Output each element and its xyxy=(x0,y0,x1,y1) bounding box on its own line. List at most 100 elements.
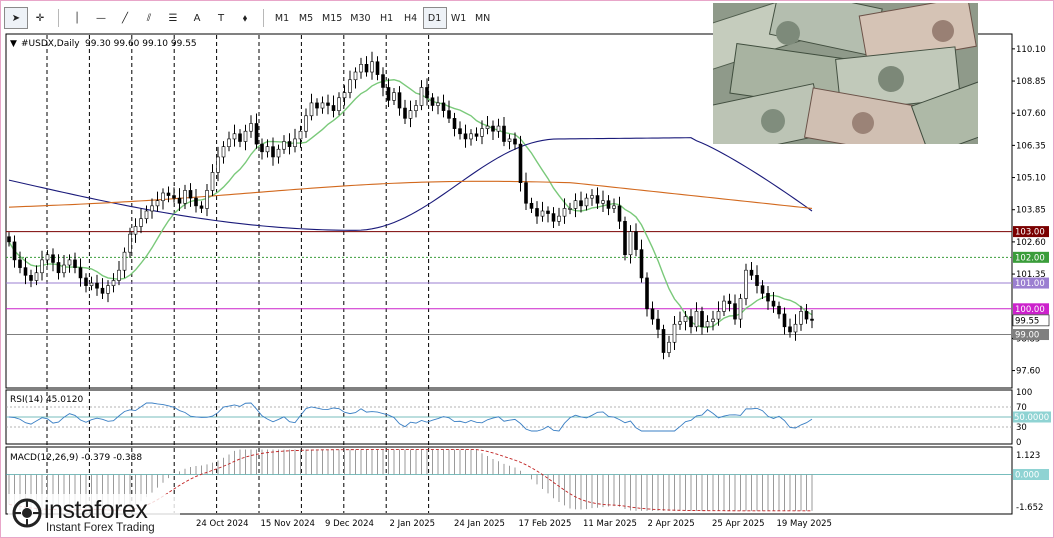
candle-body xyxy=(386,87,391,101)
candle-body xyxy=(491,125,495,132)
candle-body xyxy=(612,205,616,209)
candle-body xyxy=(744,269,748,299)
candle-body xyxy=(353,71,358,81)
candle-body xyxy=(265,146,270,153)
candle-body xyxy=(634,231,638,250)
candle-body xyxy=(755,275,759,286)
candle-body xyxy=(568,208,572,210)
candle-body xyxy=(45,254,50,261)
candle-body xyxy=(188,190,193,199)
candle-body xyxy=(23,267,28,276)
candle-body xyxy=(403,107,407,119)
candle-body xyxy=(238,133,242,142)
candle-body xyxy=(485,125,490,129)
candle-body xyxy=(364,64,369,73)
candle-body xyxy=(78,267,83,279)
candle-body xyxy=(436,102,440,106)
candle-body xyxy=(573,200,578,209)
candle-body xyxy=(678,321,682,325)
candle-body xyxy=(128,233,132,253)
slow-moving-average-line xyxy=(8,137,813,231)
banknotes-image xyxy=(713,3,978,144)
candle-body xyxy=(463,133,468,140)
time-tick-label: 17 Feb 2025 xyxy=(519,519,572,529)
candle-body xyxy=(133,226,138,235)
vertical-grid xyxy=(46,35,430,513)
macd-tick-label: 0.000 xyxy=(1015,470,1039,480)
candle-body xyxy=(777,305,781,315)
candle-body xyxy=(557,215,561,222)
candle-body xyxy=(425,87,429,99)
candle-body xyxy=(139,218,143,227)
candle-body xyxy=(722,300,726,312)
instaforex-logo: instaforex Instant Forex Trading xyxy=(8,494,180,536)
price-tick-label: 110.10 xyxy=(1016,45,1046,55)
chart-title: #USDX,Daily xyxy=(21,39,80,49)
candle-body xyxy=(249,123,253,132)
candle-body xyxy=(227,138,231,147)
candle-body xyxy=(381,74,385,88)
candle-body xyxy=(700,311,704,328)
candle-body xyxy=(788,326,792,333)
candle-body xyxy=(518,143,523,183)
rsi-tick-label: 0 xyxy=(1016,438,1021,448)
time-tick-label: 2 Jan 2025 xyxy=(390,519,436,529)
candle-body xyxy=(458,128,462,135)
candle-body xyxy=(287,141,292,147)
candle-body xyxy=(161,192,165,202)
logo-name: instaforex xyxy=(44,496,148,524)
candle-body xyxy=(689,316,693,328)
candle-body xyxy=(243,130,248,142)
candle-body xyxy=(513,138,517,145)
candle-body xyxy=(639,249,644,279)
candle-body xyxy=(617,205,622,222)
candle-body xyxy=(18,259,22,268)
candle-body xyxy=(606,200,611,209)
candle-body xyxy=(529,202,534,209)
candle-body xyxy=(56,262,61,274)
candle-body xyxy=(672,323,677,343)
candle-body xyxy=(540,210,545,217)
candle-body xyxy=(397,92,402,109)
candle-body xyxy=(480,128,484,137)
time-tick-label: 19 May 2025 xyxy=(777,519,832,529)
candle-body xyxy=(656,318,660,330)
price-tick-label: 106.35 xyxy=(1016,141,1046,151)
candle-body xyxy=(106,285,110,294)
candle-body xyxy=(810,318,814,321)
candle-body xyxy=(199,205,204,209)
rsi-indicator: 1007030050.0000 xyxy=(6,388,1051,448)
level-label: 101.00 xyxy=(1015,279,1045,289)
candle-body xyxy=(804,311,809,320)
candle-body xyxy=(337,97,341,111)
candle-body xyxy=(67,259,72,266)
candle-body xyxy=(221,146,226,158)
candle-body xyxy=(342,92,347,99)
long-moving-average-line xyxy=(8,180,813,209)
candle-body xyxy=(254,123,259,145)
price-tick-label: 105.10 xyxy=(1016,174,1046,184)
rsi-tick-label: 30 xyxy=(1016,423,1027,433)
candle-body xyxy=(326,102,330,106)
candle-body xyxy=(29,275,33,281)
candle-body xyxy=(62,264,66,274)
candle-body xyxy=(595,195,600,204)
logo-tagline: Instant Forex Trading xyxy=(46,522,155,534)
candle-body xyxy=(760,285,765,294)
price-tick-label: 97.60 xyxy=(1016,367,1040,377)
candle-body xyxy=(469,133,473,140)
candle-body xyxy=(51,254,55,263)
candle-body xyxy=(546,210,550,214)
candle-body xyxy=(799,311,803,325)
level-label: 103.00 xyxy=(1015,228,1045,238)
candle-body xyxy=(216,156,220,173)
candle-body xyxy=(315,102,319,109)
candle-body xyxy=(177,197,182,204)
symbol-arrow-icon[interactable]: ▼ xyxy=(10,39,17,49)
candle-body xyxy=(645,277,649,310)
candle-body xyxy=(733,303,737,320)
candle-body xyxy=(502,125,506,142)
candle-body xyxy=(375,61,380,75)
price-tick-label: 103.85 xyxy=(1016,206,1046,216)
candle-body xyxy=(150,205,154,212)
